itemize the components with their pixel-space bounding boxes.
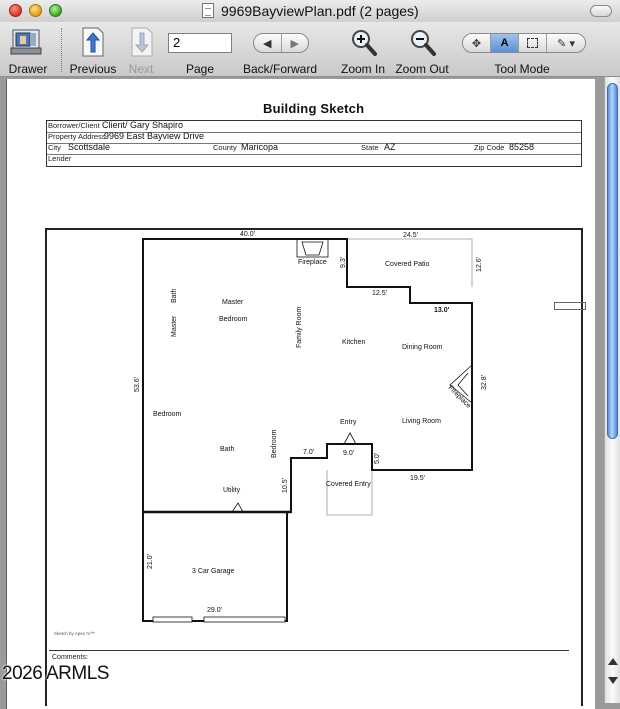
dim-right: 32.8' [481, 375, 488, 390]
scroll-down-arrow-icon[interactable] [608, 677, 618, 684]
comments-divider [49, 650, 569, 651]
room-master-bath-b: Bath [171, 288, 178, 303]
vertical-scrollbar[interactable] [604, 77, 620, 703]
room-covered-entry: Covered Entry [326, 481, 371, 488]
dim-garage-bottom: 29.0' [207, 607, 222, 614]
dim-step: 12.5' [372, 290, 387, 297]
room-covered-patio: Covered Patio [385, 261, 429, 268]
dim-bottom-right: 19.5' [410, 475, 425, 482]
dim-entry-step: 7.0' [303, 449, 314, 456]
garage-door-left [152, 616, 193, 623]
dim-garage-side: 21.0' [147, 554, 154, 569]
dim-left: 53.6' [134, 377, 141, 392]
room-labels: Fireplace Covered Patio Master Bedroom M… [153, 259, 472, 575]
room-master-bedroom: Bedroom [219, 316, 248, 323]
dim-top: 40.0' [240, 231, 255, 238]
room-kitchen: Kitchen [342, 339, 365, 346]
room-living-room: Living Room [402, 418, 441, 425]
room-master-bath-a: Master [171, 315, 178, 337]
dim-step-right: 13.0' [434, 307, 450, 314]
fireplace-symbol [296, 238, 329, 258]
scroll-up-arrow-icon[interactable] [608, 658, 618, 665]
room-utility: Utility [223, 487, 241, 494]
room-fireplace-right: Fireplace [447, 384, 472, 409]
dim-entry-side: 5.0' [374, 453, 381, 464]
dim-patio-side: 12.6' [476, 257, 483, 272]
scrollbar-thumb[interactable] [607, 83, 618, 439]
room-bedroom-vertical: Bedroom [271, 429, 278, 458]
room-family-room: Family Room [296, 307, 303, 348]
room-bath: Bath [220, 446, 235, 453]
exterior-walls [142, 238, 473, 513]
floor-plan: 40.0' 24.5' 12.6' 9.3' 12.5' 13.0' 32.8'… [134, 231, 488, 623]
room-dining-room: Dining Room [402, 344, 443, 351]
dim-entry-width: 9.0' [343, 450, 354, 457]
comments-label: Comments: [52, 654, 88, 661]
dim-fireplace-drop: 9.3' [340, 257, 347, 268]
page-marker [554, 302, 586, 310]
utility-door-swing [231, 502, 244, 513]
room-fireplace: Fireplace [298, 259, 327, 266]
sketch-by-credit: Sketch by Apex IV™ [54, 631, 96, 636]
dim-patio-top: 24.5' [403, 232, 418, 239]
covered-areas [326, 238, 473, 516]
entry-door-swing [343, 432, 357, 445]
room-garage: 3 Car Garage [192, 568, 235, 575]
covered-entry-outline [326, 470, 373, 516]
room-entry: Entry [340, 419, 357, 426]
room-master: Master [222, 299, 244, 306]
garage-door-right [203, 616, 286, 623]
dim-utility-side: 10.5' [282, 478, 289, 493]
watermark: 2026 ARMLS [2, 663, 109, 684]
garage-walls [142, 512, 288, 622]
room-bedroom-left: Bedroom [153, 411, 182, 418]
